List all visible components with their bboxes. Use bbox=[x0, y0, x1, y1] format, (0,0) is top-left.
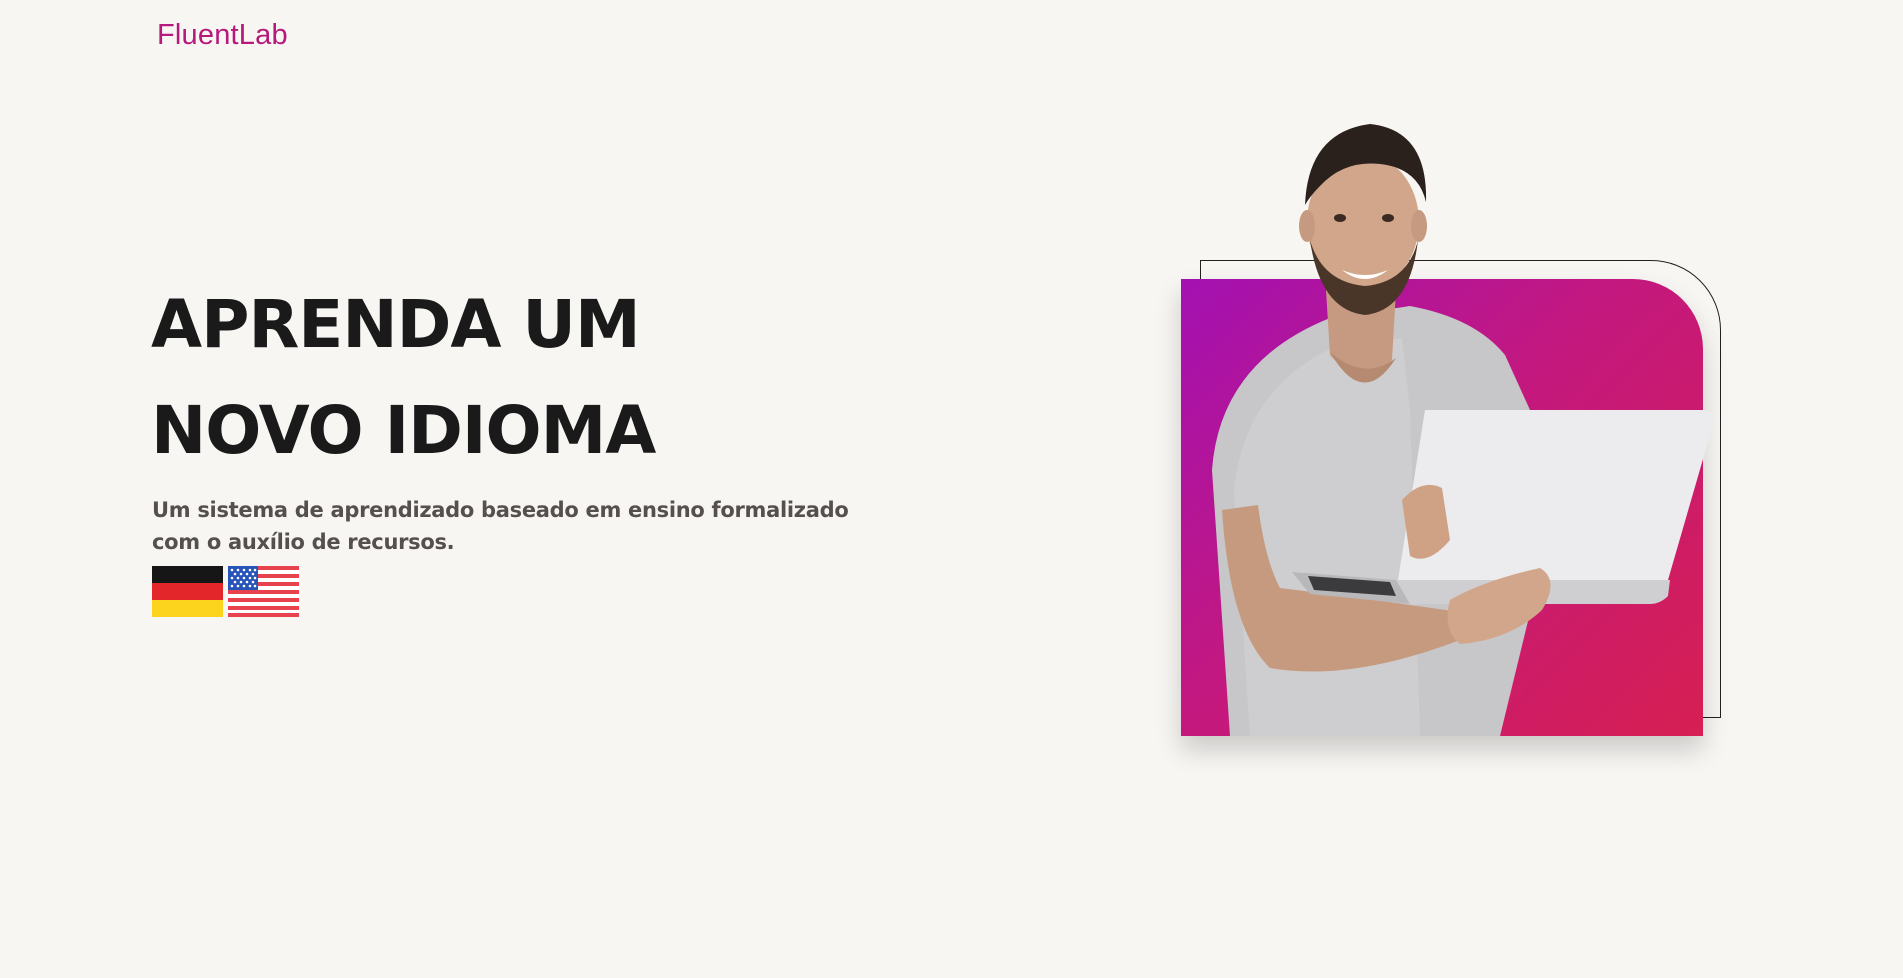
hero-title: APRENDA UM NOVO IDIOMA bbox=[151, 286, 656, 469]
logo[interactable]: FluentLab bbox=[157, 17, 288, 53]
person-with-laptop-image bbox=[1212, 124, 1714, 736]
hero-subtitle: Um sistema de aprendizado baseado em ens… bbox=[152, 498, 849, 554]
usa-flag-icon[interactable] bbox=[228, 566, 299, 617]
language-flags bbox=[152, 566, 299, 617]
germany-flag-icon[interactable] bbox=[152, 566, 223, 617]
hero-image bbox=[1160, 110, 1750, 750]
